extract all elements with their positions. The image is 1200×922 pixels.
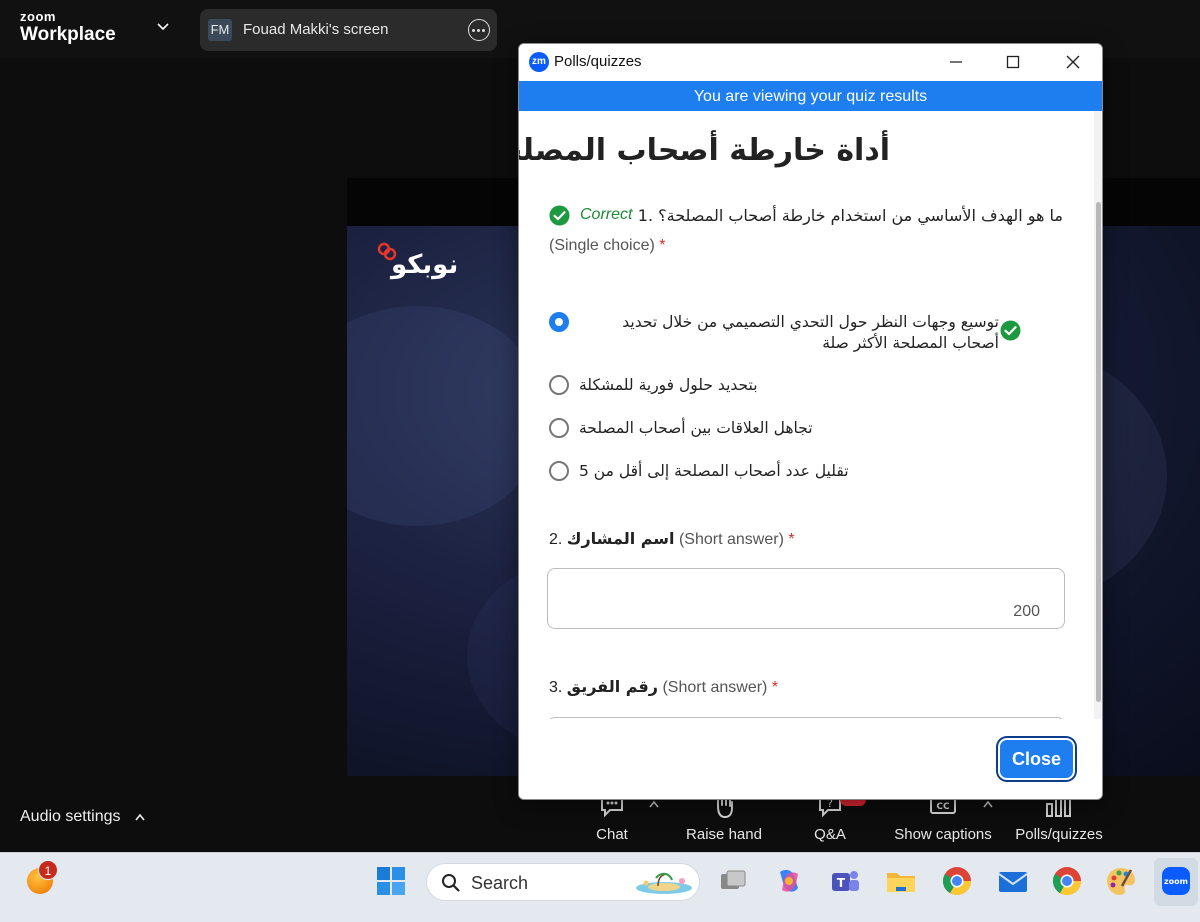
zoom-workplace-logo: zoom Workplace xyxy=(20,10,116,44)
close-icon[interactable] xyxy=(1065,54,1081,70)
question-2-number: 2. xyxy=(549,531,563,548)
question-1-text: ما هو الهدف الأساسي من استخدام خارطة أصح… xyxy=(637,206,1063,225)
chat-label: Chat xyxy=(596,826,628,843)
required-mark: * xyxy=(771,679,779,696)
question-3-type: (Short answer) xyxy=(662,679,768,696)
notification-badge: 1 xyxy=(38,860,58,880)
question-3-number: 3. xyxy=(549,679,563,696)
chevron-up-icon[interactable] xyxy=(982,800,994,808)
participant-name-input[interactable]: 200 xyxy=(547,568,1065,629)
show-captions-label: Show captions xyxy=(894,826,992,843)
option-radio-selected[interactable] xyxy=(549,312,569,332)
option-radio[interactable] xyxy=(549,461,569,481)
svg-text:zoom: zoom xyxy=(1164,877,1188,886)
question-type-label: (Single choice) xyxy=(549,237,655,254)
taskbar-search[interactable]: Search xyxy=(426,863,700,901)
quiz-content: أداة خارطة أصحاب المصلحة Correct ما هو ا… xyxy=(519,111,1094,719)
close-button[interactable]: Close xyxy=(1000,740,1073,778)
more-options-icon[interactable] xyxy=(468,19,490,41)
question-1-type: (Single choice) * xyxy=(549,237,666,255)
question-2-header: 2. اسم المشارك (Short answer) * xyxy=(549,529,795,549)
zoom-app-icon: zoom xyxy=(1162,867,1190,895)
option-4[interactable]: تقليل عدد أصحاب المصلحة إلى أقل من 5 xyxy=(549,461,1029,485)
windows-start-icon[interactable] xyxy=(374,864,408,898)
option-radio[interactable] xyxy=(549,418,569,438)
option-3-label: تجاهل العلاقات بين أصحاب المصلحة xyxy=(579,419,813,437)
task-view-icon[interactable] xyxy=(716,864,750,898)
screen-share-indicator[interactable]: FM Fouad Makki's screen xyxy=(200,9,497,51)
question-1-header: Correct ما هو الهدف الأساسي من استخدام خ… xyxy=(549,203,1063,229)
option-4-label: تقليل عدد أصحاب المصلحة إلى أقل من 5 xyxy=(579,462,849,480)
qa-label: Q&A xyxy=(814,826,846,843)
teams-icon[interactable]: T xyxy=(828,864,862,898)
search-label: Search xyxy=(471,873,529,893)
correct-label: Correct xyxy=(580,206,633,223)
polls-quizzes-dialog: zm Polls/quizzes You are viewing your qu… xyxy=(518,43,1103,800)
option-1-label: توسيع وجهات النظر حول التحدي التصميمي من… xyxy=(622,313,999,352)
svg-text:CC: CC xyxy=(936,802,950,812)
search-highlight-icon xyxy=(636,872,692,894)
screen-share-label: Fouad Makki's screen xyxy=(243,21,389,38)
check-circle-icon xyxy=(549,205,570,226)
quiz-results-banner: You are viewing your quiz results xyxy=(519,81,1102,111)
dialog-footer: Close xyxy=(519,719,1102,799)
option-radio[interactable] xyxy=(549,375,569,395)
audio-settings-button[interactable]: Audio settings xyxy=(20,808,121,826)
quiz-title: أداة خارطة أصحاب المصلحة xyxy=(519,133,890,168)
zoom-app-icon: zm xyxy=(529,52,549,72)
chrome-profile-icon[interactable] xyxy=(1050,864,1084,898)
question-2-type: (Short answer) xyxy=(678,531,784,548)
file-explorer-icon[interactable] xyxy=(884,864,918,898)
question-3-header: 3. رقم الفريق (Short answer) * xyxy=(549,677,778,697)
char-limit: 200 xyxy=(1013,603,1040,620)
logo-text: نوبكو xyxy=(391,250,459,280)
question-3-text: رقم الفريق xyxy=(566,677,658,696)
chevron-down-icon[interactable] xyxy=(156,20,170,34)
option-2[interactable]: بتحديد حلول فورية للمشكلة xyxy=(549,375,1029,399)
minimize-icon[interactable] xyxy=(948,54,964,70)
paint-icon[interactable] xyxy=(1104,864,1138,898)
maximize-icon[interactable] xyxy=(1005,54,1021,70)
search-icon xyxy=(442,874,460,892)
dialog-title: Polls/quizzes xyxy=(554,53,642,70)
dialog-titlebar[interactable]: zm Polls/quizzes xyxy=(519,44,1102,81)
brand-workplace-text: Workplace xyxy=(20,24,116,45)
brand-zoom-text: zoom xyxy=(20,9,56,24)
required-mark: * xyxy=(659,237,666,254)
required-mark: * xyxy=(788,531,795,548)
raise-hand-label: Raise hand xyxy=(686,826,762,843)
option-3[interactable]: تجاهل العلاقات بين أصحاب المصلحة xyxy=(549,418,1029,442)
check-circle-icon xyxy=(1000,320,1021,341)
presenter-avatar: FM xyxy=(208,19,232,41)
question-2-text: اسم المشارك xyxy=(566,529,675,548)
zoom-taskbar-item[interactable]: zoom xyxy=(1154,858,1198,906)
copilot-icon[interactable] xyxy=(772,864,806,898)
mail-icon[interactable] xyxy=(996,864,1030,898)
polls-quizzes-label: Polls/quizzes xyxy=(1015,826,1103,843)
chrome-icon[interactable] xyxy=(940,864,974,898)
option-1[interactable]: توسيع وجهات النظر حول التحدي التصميمي من… xyxy=(549,312,1029,358)
chevron-up-icon[interactable] xyxy=(648,800,660,808)
option-2-label: بتحديد حلول فورية للمشكلة xyxy=(579,376,758,394)
scrollbar-thumb[interactable] xyxy=(1096,202,1101,702)
svg-text:T: T xyxy=(837,876,846,890)
chevron-up-icon[interactable] xyxy=(134,812,146,822)
